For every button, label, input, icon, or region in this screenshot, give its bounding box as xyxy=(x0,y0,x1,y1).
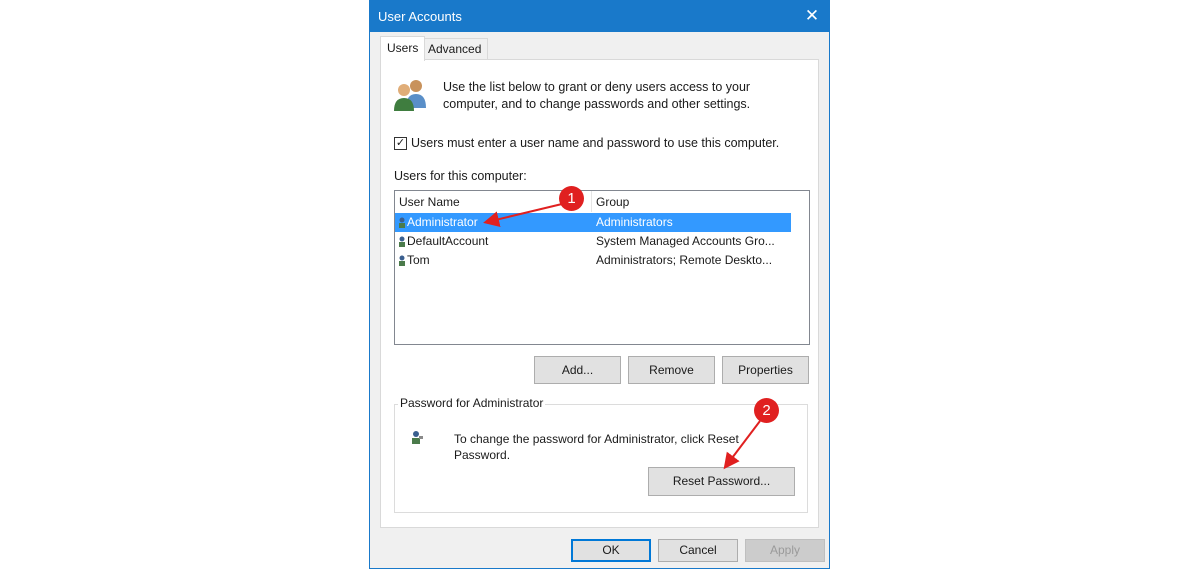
arrow-to-administrator xyxy=(483,203,563,227)
callout-step-2: 2 xyxy=(754,398,779,423)
callout-step-1: 1 xyxy=(559,186,584,211)
annotation-arrows xyxy=(483,203,761,470)
arrow-to-reset-password xyxy=(723,420,761,470)
